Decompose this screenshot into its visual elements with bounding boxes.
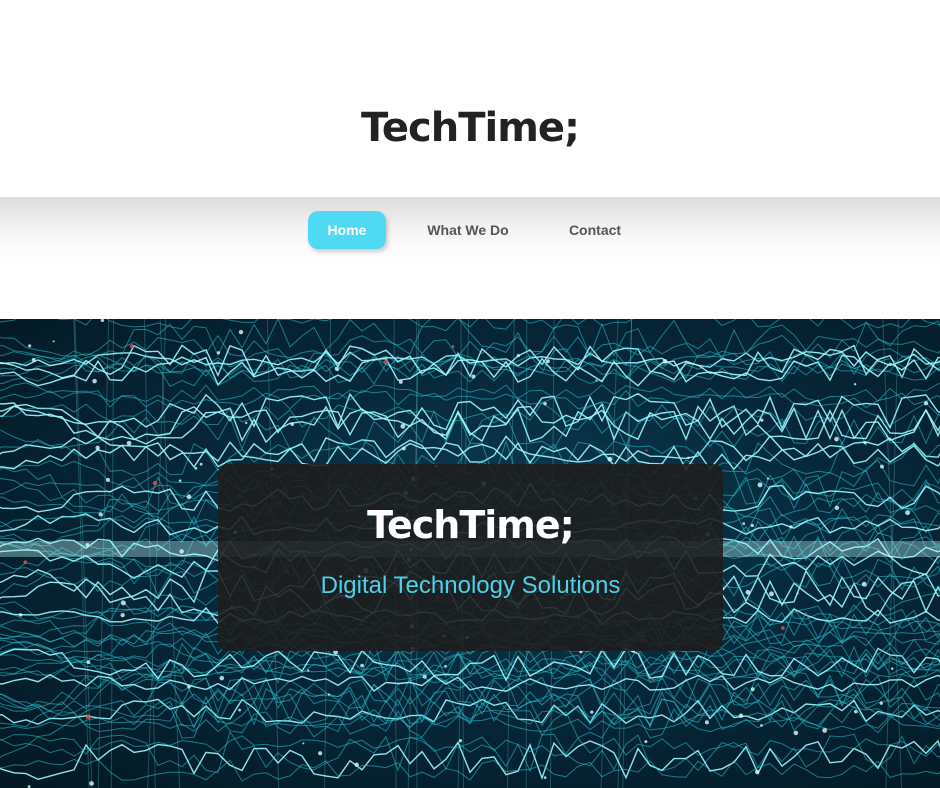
hero-card: TechTime; Digital Technology Solutions (218, 464, 723, 651)
main-nav: Home What We Do Contact (0, 197, 940, 319)
nav-item-home[interactable]: Home (308, 211, 386, 249)
site-header: TechTime; (0, 0, 940, 197)
hero-banner: TechTime; Digital Technology Solutions (0, 319, 940, 788)
nav-item-contact[interactable]: Contact (560, 211, 630, 249)
site-title: TechTime; (360, 105, 580, 151)
hero-title: TechTime; (367, 503, 575, 547)
hero-subtitle: Digital Technology Solutions (320, 572, 621, 599)
nav-item-what-we-do[interactable]: What We Do (418, 211, 518, 249)
